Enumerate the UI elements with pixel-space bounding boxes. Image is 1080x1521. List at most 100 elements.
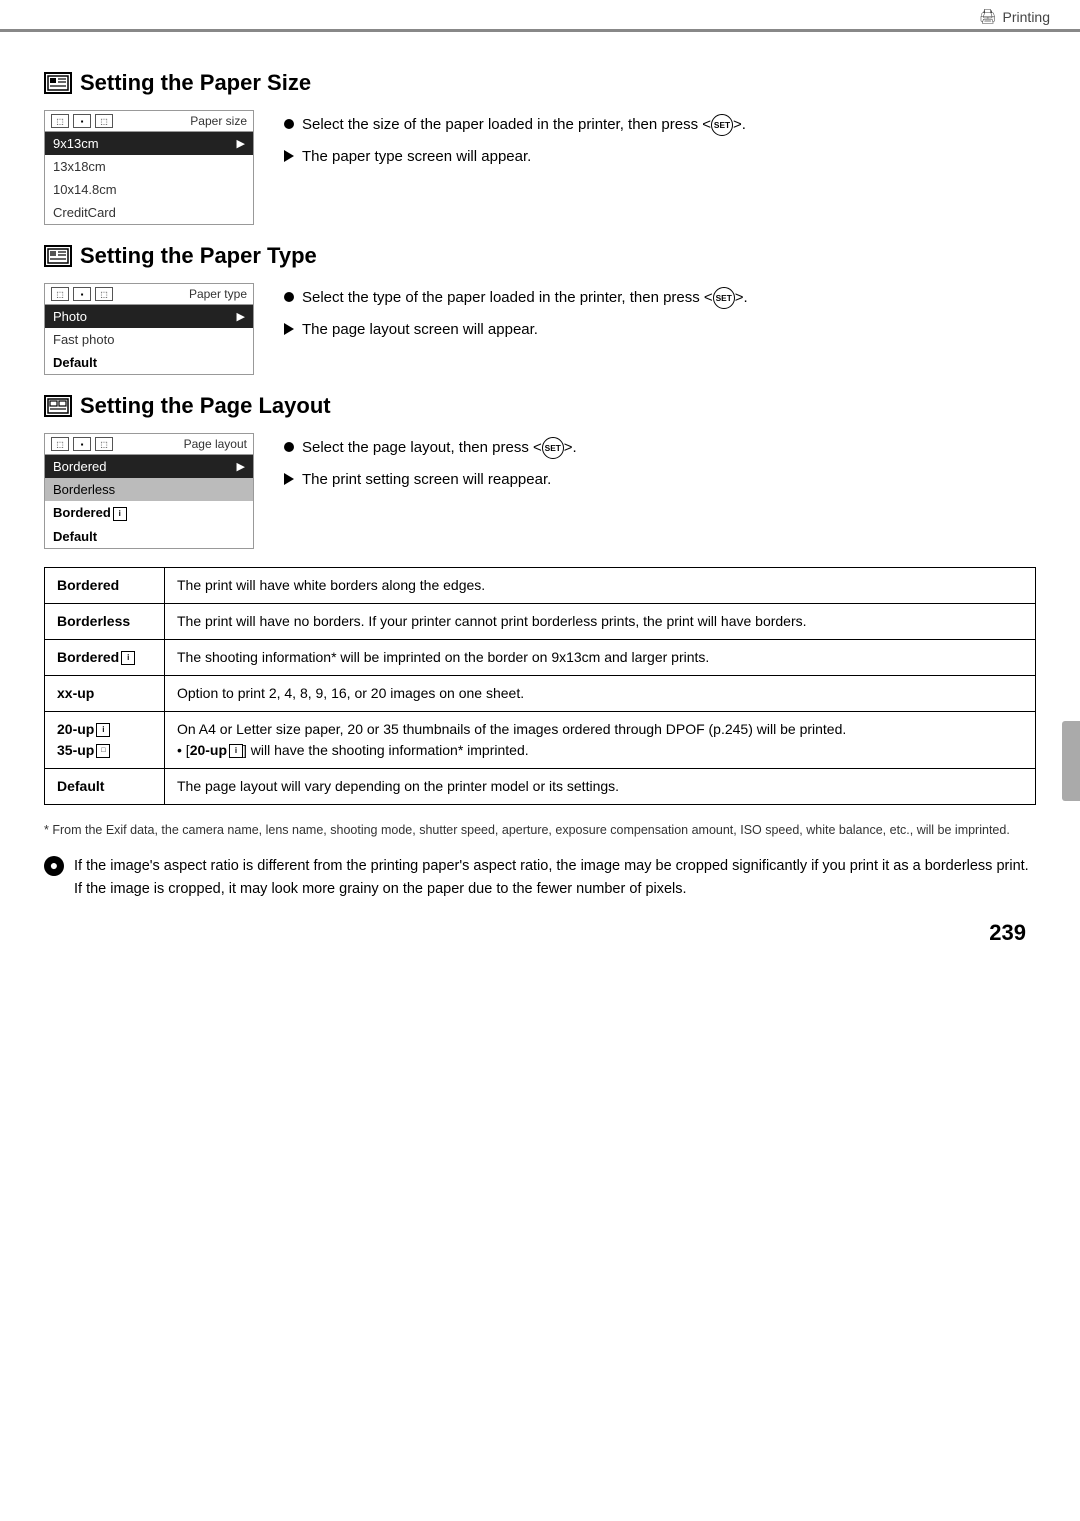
table-row-20up: 20-upi35-up□ On A4 or Letter size paper,… [45,711,1036,768]
section2-block: ⬚ ▪ ⬚ Paper type Photo ▶ Fast photo Defa… [44,283,1036,375]
screen3-icon1: ⬚ [51,437,69,451]
table-term-20up: 20-upi35-up□ [45,711,165,768]
section1-instr2: The paper type screen will appear. [284,146,1036,168]
bullet2 [284,292,294,302]
section3-block: ⬚ ▪ ⬚ Page layout Bordered ▶ Borderless … [44,433,1036,549]
page-number: 239 [44,920,1036,946]
screen3-tick: ▶ [237,460,245,473]
screen2-topbar: ⬚ ▪ ⬚ Paper type [45,284,253,305]
section3-title: Setting the Page Layout [80,393,331,419]
section3-instr1: Select the page layout, then press <SET>… [284,437,1036,459]
set-button2: SET [713,287,735,309]
header-bar: 🖨 Printing [0,0,1080,32]
table-term-bordered-i: Borderedi [45,639,165,675]
section1-heading: Setting the Paper Size [44,70,1036,96]
section3-instr2: The print setting screen will reappear. [284,469,1036,491]
screen1-icon1: ⬚ [51,114,69,128]
warning-icon: ● [44,856,64,876]
section2-instructions: Select the type of the paper loaded in t… [284,283,1036,375]
screen2-icon1: ⬚ [51,287,69,301]
section1-block: ⬚ ▪ ⬚ Paper size 9x13cm ▶ 13x18cm 10x14.… [44,110,1036,225]
screen1-row1: 9x13cm ▶ [45,132,253,155]
main-content: Setting the Paper Size ⬚ ▪ ⬚ Paper size … [0,42,1080,976]
screen2-row3: Default [45,351,253,374]
section1-instructions: Select the size of the paper loaded in t… [284,110,1036,225]
screen3-icon2: ▪ [73,437,91,451]
screen1-icon2: ▪ [73,114,91,128]
set-button3: SET [542,437,564,459]
footnote: * From the Exif data, the camera name, l… [44,821,1036,840]
screen2-row2: Fast photo [45,328,253,351]
screen3-row1: Bordered ▶ [45,455,253,478]
table-def-xxup: Option to print 2, 4, 8, 9, 16, or 20 im… [165,675,1036,711]
screen1-topbar: ⬚ ▪ ⬚ Paper size [45,111,253,132]
screen2-row1: Photo ▶ [45,305,253,328]
screen3-row2: Borderless [45,478,253,501]
arrow3 [284,473,294,485]
print-icon: 🖨 [979,8,997,25]
table-def-bordered-i: The shooting information* will be imprin… [165,639,1036,675]
section2-instr2: The page layout screen will appear. [284,319,1036,341]
table-row-bordered-i: Borderedi The shooting information* will… [45,639,1036,675]
section1-title: Setting the Paper Size [80,70,311,96]
screen2-label: Paper type [189,287,247,301]
section1-instr2-text: The paper type screen will appear. [302,146,531,168]
scroll-tab[interactable] [1062,721,1080,801]
screen3-panel: ⬚ ▪ ⬚ Page layout Bordered ▶ Borderless … [44,433,254,549]
section3-icon [44,395,72,417]
bullet3 [284,442,294,452]
table-inline-icon: i [229,744,243,758]
section2-icon [44,245,72,267]
section2-title: Setting the Paper Type [80,243,317,269]
screen2-icon3: ⬚ [95,287,113,301]
screen3-label: Page layout [184,437,247,451]
table-info-icon-35: □ [96,744,110,758]
section3-heading: Setting the Page Layout [44,393,1036,419]
section3-instructions: Select the page layout, then press <SET>… [284,433,1036,549]
arrow2 [284,323,294,335]
table-def-20up: On A4 or Letter size paper, 20 or 35 thu… [165,711,1036,768]
info-table: Bordered The print will have white borde… [44,567,1036,805]
table-info-icon-20: i [96,723,110,737]
table-def-bordered: The print will have white borders along … [165,567,1036,603]
table-def-default: The page layout will vary depending on t… [165,768,1036,804]
screen1-row4: CreditCard [45,201,253,224]
table-term-borderless: Borderless [45,603,165,639]
table-def-borderless: The print will have no borders. If your … [165,603,1036,639]
screen2-tick: ▶ [237,310,245,323]
header-title: 🖨 Printing [979,8,1050,25]
section1-instr1: Select the size of the paper loaded in t… [284,114,1036,136]
table-term-default: Default [45,768,165,804]
screen3-row4: Default [45,525,253,548]
set-button1: SET [711,114,733,136]
info-icon-bordered: i [113,507,127,521]
table-row-xxup: xx-up Option to print 2, 4, 8, 9, 16, or… [45,675,1036,711]
screen1-tick: ▶ [237,137,245,150]
section1-icon [44,72,72,94]
section2-heading: Setting the Paper Type [44,243,1036,269]
table-term-bordered: Bordered [45,567,165,603]
bullet1 [284,119,294,129]
table-row-borderless: Borderless The print will have no border… [45,603,1036,639]
screen3-row3: Borderedi [45,501,253,525]
screen2-panel: ⬚ ▪ ⬚ Paper type Photo ▶ Fast photo Defa… [44,283,254,375]
screen3-icon3: ⬚ [95,437,113,451]
section3-instr2-text: The print setting screen will reappear. [302,469,551,491]
screen1-label: Paper size [190,114,247,128]
screen1-row2: 13x18cm [45,155,253,178]
warning-text: If the image's aspect ratio is different… [74,855,1036,900]
table-row-default: Default The page layout will vary depend… [45,768,1036,804]
warning-box: ● If the image's aspect ratio is differe… [44,855,1036,900]
table-term-xxup: xx-up [45,675,165,711]
section2-instr1: Select the type of the paper loaded in t… [284,287,1036,309]
screen3-topbar: ⬚ ▪ ⬚ Page layout [45,434,253,455]
section2-instr2-text: The page layout screen will appear. [302,319,538,341]
screen1-row3: 10x14.8cm [45,178,253,201]
table-info-icon: i [121,651,135,665]
table-row-bordered: Bordered The print will have white borde… [45,567,1036,603]
screen1-panel: ⬚ ▪ ⬚ Paper size 9x13cm ▶ 13x18cm 10x14.… [44,110,254,225]
header-text: Printing [1003,9,1050,25]
screen1-icon3: ⬚ [95,114,113,128]
screen2-icon2: ▪ [73,287,91,301]
arrow1 [284,150,294,162]
